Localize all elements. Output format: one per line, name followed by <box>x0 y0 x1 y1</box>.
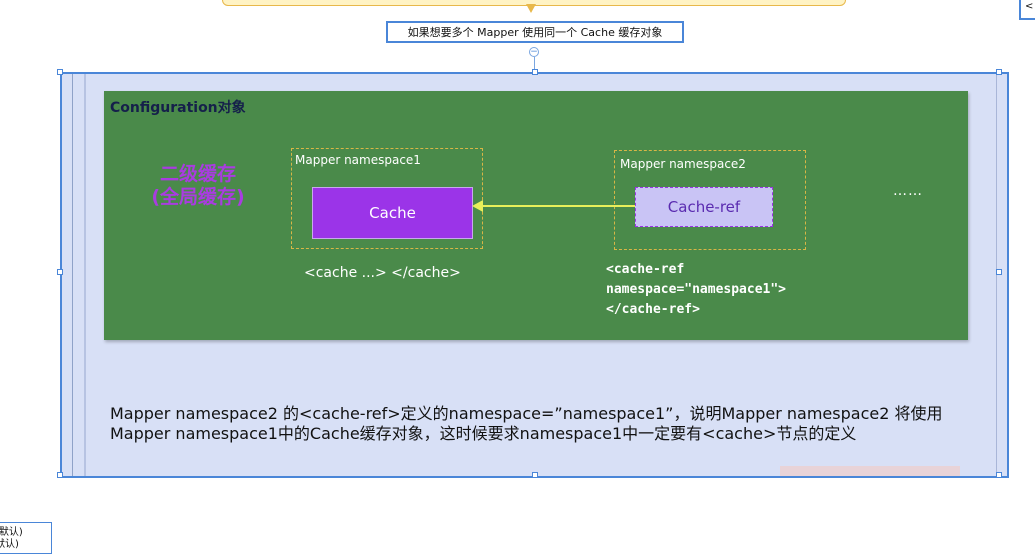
level2-cache-label: 二级缓存 (全局缓存) <box>128 163 268 209</box>
cache-ref-tag-code: <cache-ref namespace="namespace1"> </cac… <box>606 262 787 317</box>
level2-line2: (全局缓存) <box>151 186 245 208</box>
callout-pointer <box>526 4 536 13</box>
frame-divider <box>84 74 86 476</box>
resize-handle-bottom[interactable] <box>532 472 538 478</box>
resize-handle-top[interactable] <box>532 69 538 75</box>
resize-handle-right[interactable] <box>996 269 1002 275</box>
partial-node-right[interactable]: < <box>1019 0 1035 20</box>
resize-handle-corner[interactable] <box>996 69 1002 75</box>
reference-arrow-line <box>482 205 635 207</box>
resize-handle-corner[interactable] <box>996 472 1002 478</box>
frame-divider <box>72 74 73 476</box>
resize-handle-corner[interactable] <box>57 472 63 478</box>
watermark <box>780 466 960 476</box>
topic-node[interactable]: 如果想要多个 Mapper 使用同一个 Cache 缓存对象 <box>386 21 684 43</box>
cache-ref-label: Cache-ref <box>667 198 741 216</box>
partial-node-bottom-left[interactable]: (默认) 默认) <box>0 522 52 554</box>
arrow-head-icon <box>472 200 483 212</box>
resize-handle-left[interactable] <box>57 269 63 275</box>
configuration-title: Configuration对象 <box>110 100 246 116</box>
resize-handle-corner[interactable] <box>57 69 63 75</box>
topic-label: 如果想要多个 Mapper 使用同一个 Cache 缓存对象 <box>407 26 663 39</box>
cache-ref-box: Cache-ref <box>635 187 773 227</box>
collapse-icon[interactable]: − <box>529 47 539 57</box>
cache-label: Cache <box>369 204 416 222</box>
cache-box: Cache <box>312 187 473 239</box>
more-namespaces-ellipsis: …… <box>893 183 923 199</box>
namespace1-label: Mapper namespace1 <box>295 153 421 167</box>
configuration-panel <box>104 91 968 340</box>
namespace2-label: Mapper namespace2 <box>620 157 746 171</box>
cache-tag-code: <cache ...> </cache> <box>304 265 461 281</box>
description-text: Mapper namespace2 的<cache-ref>定义的namespa… <box>110 404 943 443</box>
frame-divider <box>996 74 997 476</box>
level2-line1: 二级缓存 <box>159 163 236 185</box>
